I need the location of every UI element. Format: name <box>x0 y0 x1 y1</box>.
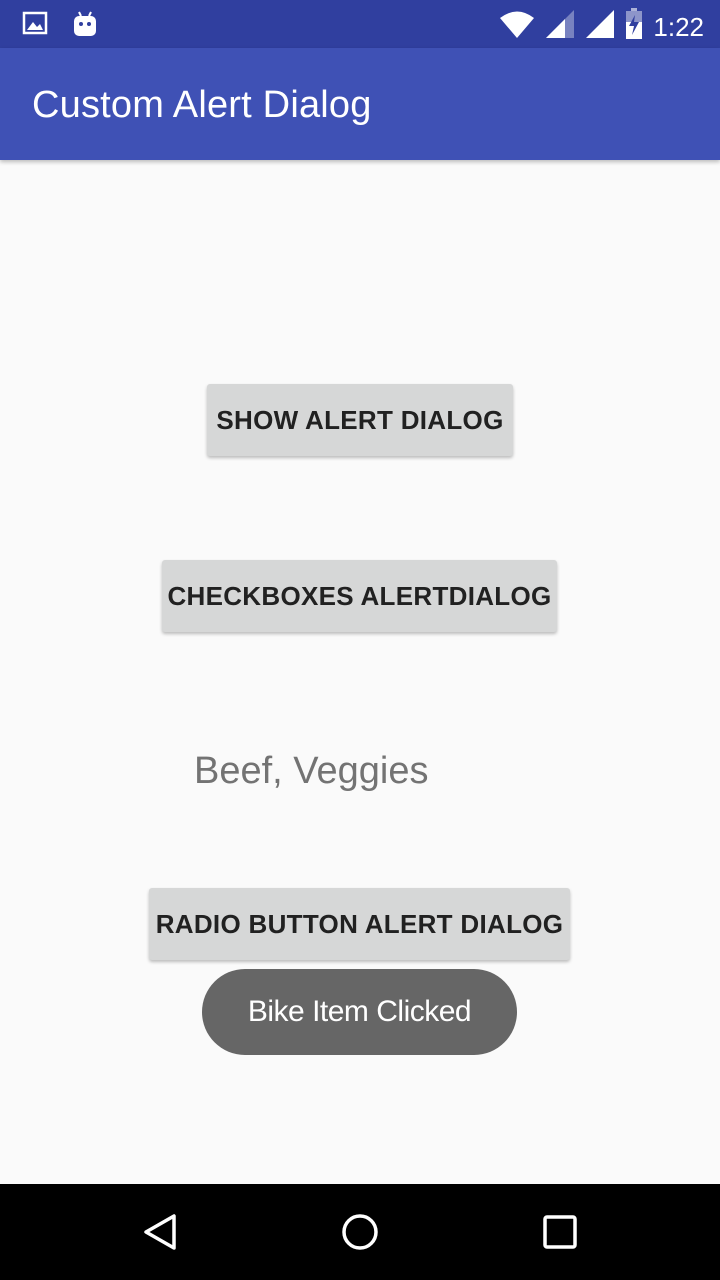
android-icon <box>72 10 98 43</box>
checkboxes-alertdialog-button[interactable]: CHECKBOXES ALERTDIALOG <box>162 560 557 632</box>
page-title: Custom Alert Dialog <box>32 84 372 126</box>
toast-message: Bike Item Clicked <box>202 969 517 1055</box>
back-icon[interactable] <box>140 1212 180 1252</box>
radio-button-alert-dialog-button[interactable]: RADIO BUTTON ALERT DIALOG <box>149 888 570 960</box>
status-bar: 1:22 <box>0 0 720 48</box>
show-alert-dialog-button[interactable]: SHOW ALERT DIALOG <box>207 384 513 456</box>
navigation-bar <box>0 1184 720 1280</box>
battery-charging-icon <box>625 8 643 45</box>
wifi-icon <box>499 9 535 44</box>
screen: 1:22 Custom Alert Dialog SHOW ALERT DIAL… <box>0 0 720 1280</box>
app-bar: Custom Alert Dialog <box>0 48 720 160</box>
status-time: 1:22 <box>653 11 704 42</box>
selected-items-text: Beef, Veggies <box>194 750 429 792</box>
recents-icon[interactable] <box>540 1212 580 1252</box>
signal-icon <box>545 9 575 44</box>
signal-icon <box>585 9 615 44</box>
home-icon[interactable] <box>340 1212 380 1252</box>
image-icon <box>22 10 48 43</box>
